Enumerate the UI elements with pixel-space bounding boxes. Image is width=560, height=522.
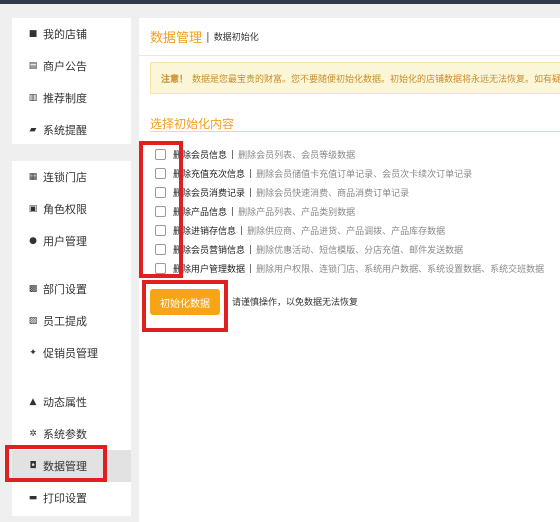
initialize-data-button[interactable]: 初始化数据 bbox=[150, 289, 220, 315]
sidebar-item-staff-commission[interactable]: ▨ 员工提成 bbox=[12, 305, 131, 337]
option-delete-user-data: 删除用户管理数据 | 删除用户权限、连锁门店、系统用户数据、系统设置数据、系统交… bbox=[155, 259, 544, 278]
role-icon: ▣ bbox=[28, 204, 38, 214]
sidebar-item-data-management[interactable]: ◘ 数据管理 bbox=[12, 450, 131, 482]
attribute-icon: ▲ bbox=[29, 397, 37, 407]
sidebar-item-label: 打印设置 bbox=[43, 492, 87, 505]
sidebar-item-role-permissions[interactable]: ▣ 角色权限 bbox=[12, 193, 131, 225]
option-description: 删除会员储值卡充值订单记录、会员次卡续次订单记录 bbox=[256, 170, 473, 180]
section-divider bbox=[150, 131, 560, 132]
department-icon: ▩ bbox=[28, 284, 38, 294]
init-options-list: 删除会员信息 | 删除会员列表、会员等级数据 删除充值充次信息 | 删除会员储值… bbox=[155, 145, 544, 278]
sidebar-item-merchant-notice[interactable]: ▤ 商户公告 bbox=[12, 50, 131, 82]
option-delete-members: 删除会员信息 | 删除会员列表、会员等级数据 bbox=[155, 145, 544, 164]
checkbox-delete-members[interactable] bbox=[155, 149, 166, 160]
option-label: 删除用户管理数据 bbox=[173, 265, 246, 275]
sidebar-item-label: 角色权限 bbox=[43, 203, 87, 216]
checkbox-delete-user-data[interactable] bbox=[155, 263, 166, 274]
staff-icon: ▨ bbox=[28, 316, 38, 326]
option-separator: | bbox=[240, 225, 244, 236]
sidebar-item-label: 数据管理 bbox=[43, 460, 87, 473]
checkbox-delete-inventory[interactable] bbox=[155, 225, 166, 236]
option-label: 删除进销存信息 bbox=[173, 227, 237, 237]
option-separator: | bbox=[249, 263, 253, 274]
sidebar-item-promoters[interactable]: ✦ 促销员管理 bbox=[12, 337, 131, 369]
option-label: 删除会员消费记录 bbox=[173, 189, 246, 199]
page-title: 数据管理 bbox=[150, 31, 203, 46]
option-label: 删除会员信息 bbox=[173, 151, 228, 161]
option-delete-recharges: 删除充值充次信息 | 删除会员储值卡充值订单记录、会员次卡续次订单记录 bbox=[155, 164, 544, 183]
option-delete-marketing: 删除会员营销信息 | 删除优惠活动、短信模版、分店充值、邮件发送数据 bbox=[155, 240, 544, 259]
option-label: 删除产品信息 bbox=[173, 208, 228, 218]
page-header: 数据管理 | 数据初始化 bbox=[139, 18, 560, 56]
option-separator: | bbox=[249, 187, 253, 198]
page-subtitle: 数据初始化 bbox=[213, 33, 259, 43]
option-delete-inventory: 删除进销存信息 | 删除供应商、产品进货、产品调拨、产品库存数据 bbox=[155, 221, 544, 240]
option-description: 删除产品列表、产品类别数据 bbox=[238, 208, 356, 218]
flag-icon: ▰ bbox=[29, 125, 37, 135]
card-icon: ▥ bbox=[28, 93, 38, 103]
sidebar-item-label: 推荐制度 bbox=[43, 92, 87, 105]
notice-text: 数据是您最宝贵的财富。您不要随便初始化数据。初始化的店铺数据将永远无法恢复。如有… bbox=[192, 74, 560, 85]
sidebar-item-label: 我的店铺 bbox=[43, 28, 87, 41]
sidebar-item-departments[interactable]: ▩ 部门设置 bbox=[12, 273, 131, 305]
sidebar-item-label: 系统提醒 bbox=[43, 124, 87, 137]
breadcrumb-separator: | bbox=[206, 30, 210, 43]
option-separator: | bbox=[249, 168, 253, 179]
option-description: 删除会员列表、会员等级数据 bbox=[238, 151, 356, 161]
sidebar-item-print-settings[interactable]: ▬ 打印设置 bbox=[12, 482, 131, 514]
sidebar-group-system: ▲ 动态属性 ✲ 系统参数 ◘ 数据管理 ▬ 打印设置 bbox=[12, 386, 131, 516]
option-label: 删除会员营销信息 bbox=[173, 246, 246, 256]
option-description: 删除供应商、产品进货、产品调拨、产品库存数据 bbox=[247, 227, 446, 237]
checkbox-delete-products[interactable] bbox=[155, 206, 166, 217]
option-description: 删除用户权限、连锁门店、系统用户数据、系统设置数据、系统交班数据 bbox=[256, 265, 545, 275]
sidebar-item-label: 用户管理 bbox=[43, 235, 87, 248]
section-title: 选择初始化内容 bbox=[150, 117, 235, 131]
option-label: 删除充值充次信息 bbox=[173, 170, 246, 180]
notice-label: 注意！ bbox=[161, 74, 189, 85]
sidebar-item-system-params[interactable]: ✲ 系统参数 bbox=[12, 418, 131, 450]
sidebar-item-label: 连锁门店 bbox=[43, 171, 87, 184]
store-icon: ▦ bbox=[28, 172, 38, 182]
user-icon: ● bbox=[29, 236, 37, 246]
option-separator: | bbox=[231, 149, 235, 160]
option-separator: | bbox=[249, 244, 253, 255]
sidebar-item-label: 促销员管理 bbox=[43, 347, 98, 360]
top-bar bbox=[0, 0, 560, 4]
shop-icon: ■ bbox=[28, 29, 38, 39]
data-icon: ◘ bbox=[29, 461, 37, 471]
sidebar-item-label: 系统参数 bbox=[43, 428, 87, 441]
sidebar-item-label: 商户公告 bbox=[43, 60, 87, 73]
sidebar-group-org: ▦ 连锁门店 ▣ 角色权限 ● 用户管理 bbox=[12, 161, 131, 277]
warning-notice: 注意！ 数据是您最宝贵的财富。您不要随便初始化数据。初始化的店铺数据将永远无法恢… bbox=[150, 62, 560, 94]
checkbox-delete-consumption[interactable] bbox=[155, 187, 166, 198]
sidebar-item-label: 员工提成 bbox=[43, 315, 87, 328]
gear-icon: ✲ bbox=[29, 429, 37, 439]
sidebar-item-referral[interactable]: ▥ 推荐制度 bbox=[12, 82, 131, 114]
option-description: 删除优惠活动、短信模版、分店充值、邮件发送数据 bbox=[256, 246, 464, 256]
option-separator: | bbox=[231, 206, 235, 217]
checkbox-delete-marketing[interactable] bbox=[155, 244, 166, 255]
sidebar-item-system-reminder[interactable]: ▰ 系统提醒 bbox=[12, 114, 131, 146]
sidebar-item-my-store[interactable]: ■ 我的店铺 bbox=[12, 18, 131, 50]
walker-icon: ✦ bbox=[29, 348, 37, 358]
sidebar-item-user-management[interactable]: ● 用户管理 bbox=[12, 225, 131, 257]
caution-hint: 请谨慎操作，以免数据无法恢复 bbox=[232, 298, 359, 308]
notice-icon: ▤ bbox=[28, 61, 38, 71]
sidebar-item-chain-stores[interactable]: ▦ 连锁门店 bbox=[12, 161, 131, 193]
sidebar-group-store: ■ 我的店铺 ▤ 商户公告 ▥ 推荐制度 ▰ 系统提醒 bbox=[12, 18, 131, 144]
option-delete-products: 删除产品信息 | 删除产品列表、产品类别数据 bbox=[155, 202, 544, 221]
checkbox-delete-recharges[interactable] bbox=[155, 168, 166, 179]
sidebar-item-label: 部门设置 bbox=[43, 283, 87, 296]
printer-icon: ▬ bbox=[28, 493, 38, 503]
sidebar-item-dynamic-attributes[interactable]: ▲ 动态属性 bbox=[12, 386, 131, 418]
sidebar-group-staff: ▩ 部门设置 ▨ 员工提成 ✦ 促销员管理 bbox=[12, 273, 131, 389]
main-panel: 数据管理 | 数据初始化 注意！ 数据是您最宝贵的财富。您不要随便初始化数据。初… bbox=[139, 18, 560, 522]
sidebar-item-label: 动态属性 bbox=[43, 396, 87, 409]
option-description: 删除会员快速消费、商品消费订单记录 bbox=[256, 189, 410, 199]
option-delete-consumption: 删除会员消费记录 | 删除会员快速消费、商品消费订单记录 bbox=[155, 183, 544, 202]
